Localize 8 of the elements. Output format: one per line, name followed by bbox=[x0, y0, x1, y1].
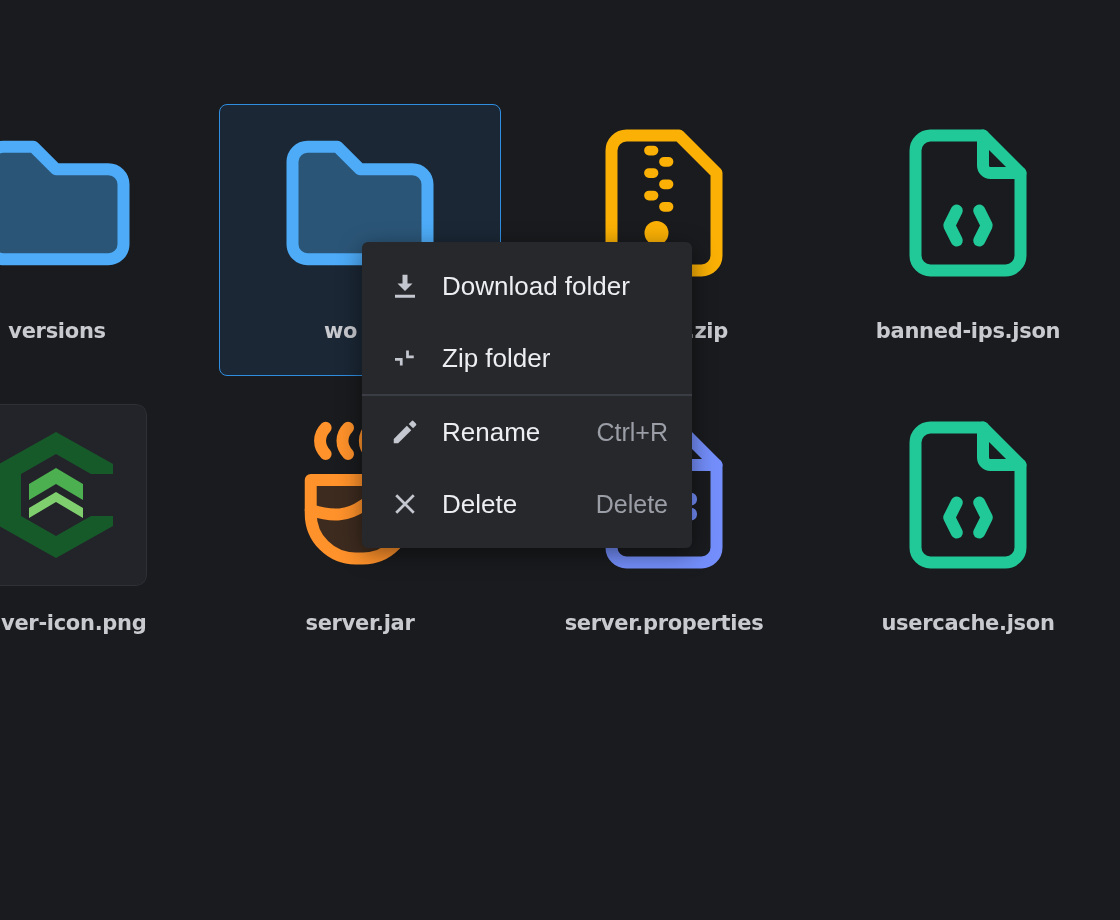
file-name: versions bbox=[8, 318, 106, 344]
file-name: usercache.json bbox=[881, 610, 1055, 636]
file-name: banned-ips.json bbox=[875, 318, 1061, 344]
file-name: server.jar bbox=[305, 610, 415, 636]
file-name: server.properties bbox=[564, 610, 764, 636]
file-name: wo bbox=[324, 318, 358, 344]
file-name: .zip bbox=[686, 318, 728, 344]
file-name: ver-icon.png bbox=[1, 610, 147, 636]
